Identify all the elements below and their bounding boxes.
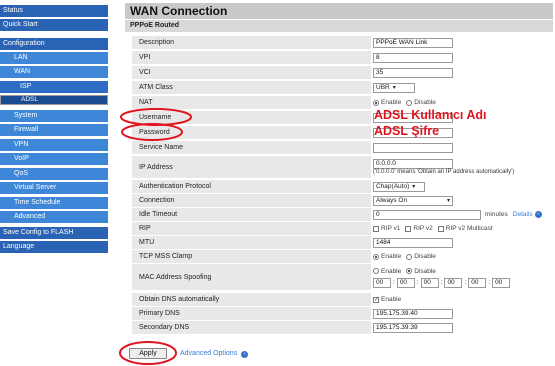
password-annotation: ADSL Şifre bbox=[374, 124, 440, 138]
apply-button[interactable]: Apply bbox=[129, 348, 167, 359]
username-highlight-ellipse bbox=[120, 108, 192, 126]
arrow-right-circle-icon[interactable]: › bbox=[241, 351, 249, 358]
password-highlight-ellipse bbox=[121, 123, 183, 141]
username-annotation: ADSL Kullanıcı Adı bbox=[374, 108, 487, 122]
advanced-options-link[interactable]: Advanced Options › bbox=[180, 350, 249, 358]
annotation-overlay bbox=[119, 108, 192, 365]
advanced-options-label: Advanced Options bbox=[180, 350, 238, 357]
